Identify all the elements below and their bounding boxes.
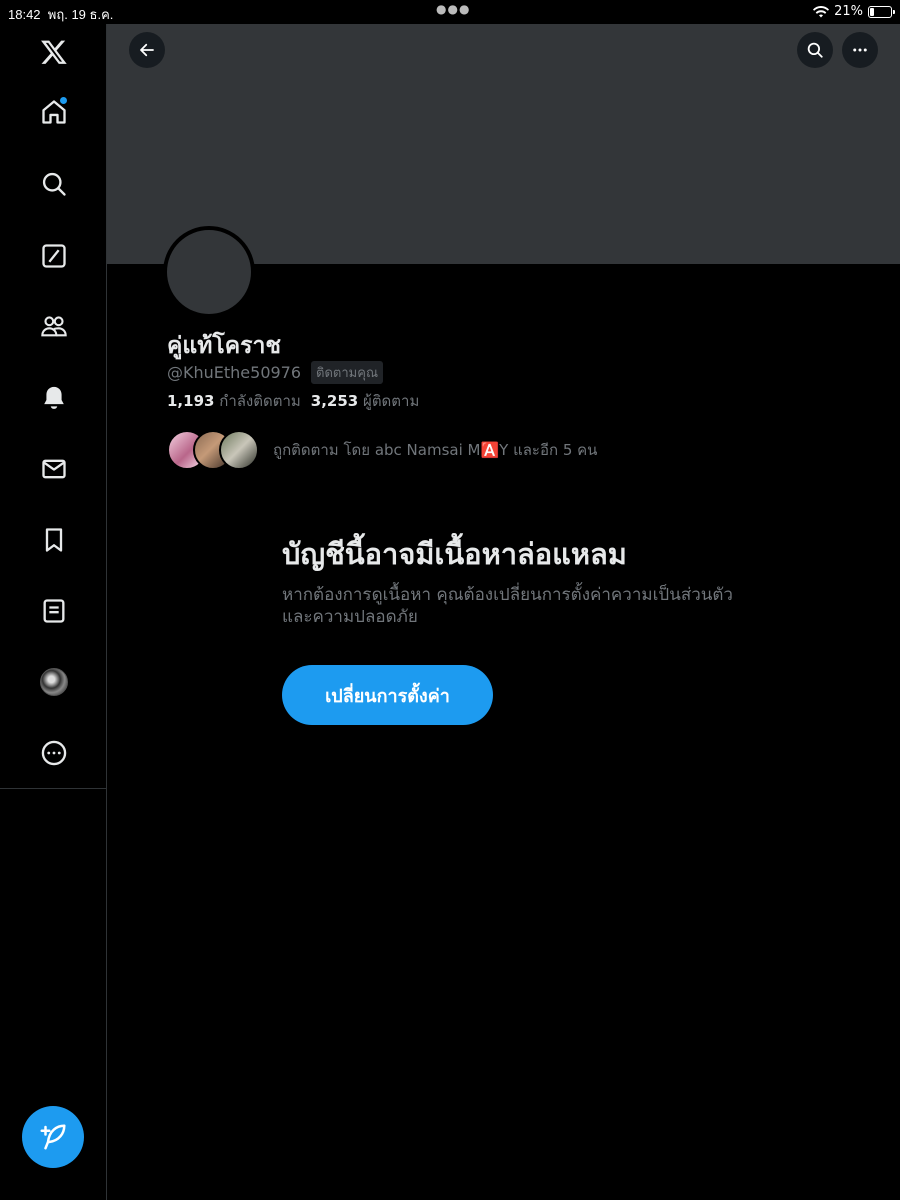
search-icon[interactable] <box>36 166 72 202</box>
display-name: คู่แท้โคราช <box>167 333 281 359</box>
profile-avatar[interactable] <box>163 226 255 318</box>
followers-stat[interactable]: 3,253 ผู้ติดตาม <box>311 389 420 413</box>
bookmarks-icon[interactable] <box>36 522 72 558</box>
status-time: 18:42 พฤ. 19 ธ.ค. <box>8 7 114 22</box>
follows-you-badge: ติดตามคุณ <box>311 361 383 384</box>
battery-level <box>870 7 874 16</box>
profile-main: คู่แท้โคราช @KhuEthe50976 ติดตามคุณ 1,19… <box>107 24 900 1200</box>
following-label: กำลังติดตาม <box>219 392 301 410</box>
followed-by-row[interactable]: ถูกติดตาม โดย abc Namsai M🅰️Y และอีก 5 ค… <box>167 430 597 470</box>
profile-banner <box>107 24 900 264</box>
handle-row: @KhuEthe50976 ติดตามคุณ <box>167 361 383 384</box>
home-icon[interactable] <box>36 94 72 130</box>
multitask-dots-icon[interactable]: ●●● <box>436 2 470 16</box>
sidebar <box>0 24 107 1200</box>
follow-stats: 1,193 กำลังติดตาม 3,253 ผู้ติดตาม <box>167 389 419 413</box>
profile-more-button[interactable] <box>842 32 878 68</box>
messages-icon[interactable] <box>36 451 72 487</box>
sidebar-divider <box>0 788 106 789</box>
profile-avatar-icon[interactable] <box>36 664 72 700</box>
notifications-icon[interactable] <box>36 380 72 416</box>
avatar <box>40 668 68 696</box>
battery-icon <box>868 5 895 18</box>
more-icon[interactable] <box>36 735 72 771</box>
wifi-icon <box>813 5 830 17</box>
grok-icon[interactable] <box>36 238 72 274</box>
search-icon <box>807 42 823 58</box>
following-stat[interactable]: 1,193 กำลังติดตาม <box>167 389 301 413</box>
following-count: 1,193 <box>167 392 215 410</box>
followers-count: 3,253 <box>310 392 359 410</box>
arrow-left-icon <box>140 43 154 57</box>
sensitive-warning: บัญชีนี้อาจมีเนื้อหาล่อแหลม หากต้องการดู… <box>282 536 742 628</box>
ellipsis-icon <box>853 48 867 52</box>
profile-search-button[interactable] <box>797 32 833 68</box>
lists-icon[interactable] <box>36 593 72 629</box>
follower-avatar <box>219 430 259 470</box>
warning-subtitle: หากต้องการดูเนื้อหา คุณต้องเปลี่ยนการตั้… <box>282 584 733 627</box>
compose-feather-icon <box>40 1124 66 1150</box>
followers-label: ผู้ติดตาม <box>363 392 420 410</box>
battery-percent: 21% <box>834 4 863 19</box>
status-bar: 18:42 พฤ. 19 ธ.ค. ●●● 21% <box>0 0 900 24</box>
followed-by-text: ถูกติดตาม โดย abc Namsai M🅰️Y และอีก 5 ค… <box>273 441 598 459</box>
communities-icon[interactable] <box>36 308 72 344</box>
handle: @KhuEthe50976 <box>167 363 302 382</box>
status-right: 21% <box>813 4 895 19</box>
x-logo-icon[interactable] <box>36 34 72 70</box>
change-settings-button[interactable]: เปลี่ยนการตั้งค่า <box>282 665 493 725</box>
home-notification-dot <box>60 97 67 104</box>
warning-title: บัญชีนี้อาจมีเนื้อหาล่อแหลม <box>282 537 627 571</box>
compose-button[interactable] <box>22 1106 84 1168</box>
back-button[interactable] <box>129 32 165 68</box>
